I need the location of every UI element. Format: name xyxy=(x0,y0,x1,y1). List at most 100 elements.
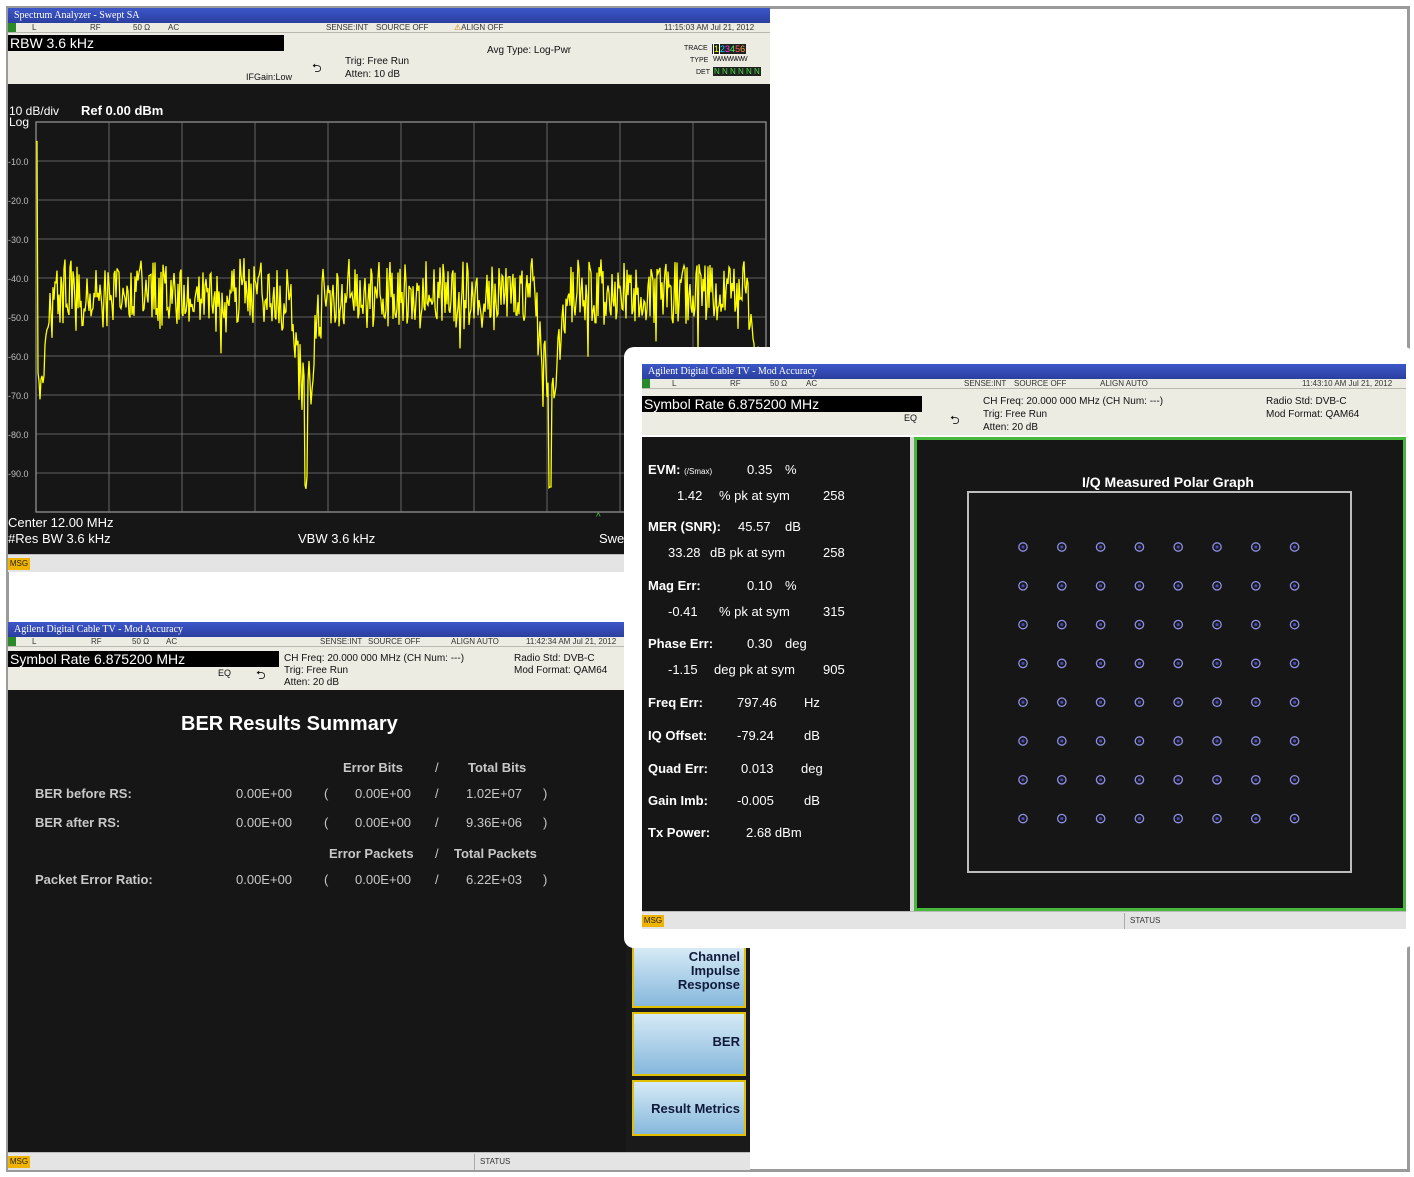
quad-err-value: 0.013 xyxy=(741,761,774,776)
center-frequency[interactable]: Center 12.00 MHz xyxy=(8,515,114,530)
softkey-ber[interactable]: BER xyxy=(632,1012,746,1076)
msg-indicator[interactable]: MSG xyxy=(8,558,30,570)
slash: / xyxy=(435,815,439,830)
softkey-result-metrics[interactable]: Result Metrics xyxy=(632,1080,746,1136)
evm-peak-symbol: 258 xyxy=(823,488,845,503)
rbw-readout[interactable]: RBW 3.6 kHz xyxy=(8,35,284,51)
constellation-point xyxy=(1250,658,1261,669)
constellation-point xyxy=(1173,813,1184,824)
mer-peak-symbol: 258 xyxy=(823,545,845,560)
ber-results-panel: BER Results Summary Error Bits / Total B… xyxy=(8,690,630,1152)
constellation-point xyxy=(1173,580,1184,591)
ifgain-label: IFGain:Low xyxy=(246,72,293,82)
constellation-point xyxy=(1095,658,1106,669)
constellation-point xyxy=(1018,580,1028,591)
status-label[interactable]: STATUS xyxy=(1123,913,1160,929)
rf-label: RF xyxy=(90,23,101,32)
constellation-point xyxy=(1095,542,1106,552)
tx-power-value: 2.68 dBm xyxy=(746,825,802,840)
error-packets-header: Error Packets xyxy=(329,846,414,861)
packet-error-ratio-total: 6.22E+03 xyxy=(466,872,523,887)
type-label: TYPE xyxy=(690,57,709,64)
ber-settings-header: L RF 50 Ω AC SENSE:INT SOURCE OFF ALIGN … xyxy=(8,637,630,690)
mag-err-label: Mag Err: xyxy=(648,578,701,593)
constellation-point xyxy=(1173,697,1184,708)
ber-before-rs-errors: 0.00E+00 xyxy=(355,786,412,801)
constellation-point xyxy=(1289,658,1300,669)
constellation-point xyxy=(1212,736,1222,746)
trace-digit: 6 xyxy=(740,44,746,54)
constellation-point xyxy=(1212,580,1222,591)
source-label: SOURCE OFF xyxy=(1014,379,1067,388)
mer-peak-value: 33.28 xyxy=(668,545,701,560)
symbol-rate-readout[interactable]: Symbol Rate 6.875200 MHz xyxy=(642,396,922,412)
symbol-rate-readout[interactable]: Symbol Rate 6.875200 MHz xyxy=(8,651,279,667)
constellation-point xyxy=(1056,619,1067,630)
iq-offset-label: IQ Offset: xyxy=(648,728,708,743)
ber-status-row: L RF 50 Ω AC SENSE:INT SOURCE OFF ALIGN … xyxy=(8,637,630,647)
ber-message-bar: MSG STATUS xyxy=(8,1152,750,1170)
iq-offset-unit: dB xyxy=(804,728,820,743)
y-tick-label: -80.0 xyxy=(8,430,29,440)
det-value: N N N N N N xyxy=(713,67,761,76)
constellation-point xyxy=(1212,658,1222,669)
res-bw-label: #Res BW 3.6 kHz xyxy=(8,531,111,546)
constellation-point xyxy=(1250,580,1261,591)
mag-err-peak-symbol: 315 xyxy=(823,604,845,619)
eq-label: EQ xyxy=(218,668,232,678)
trigger-icon: ⮌ xyxy=(312,61,322,75)
constellation-point xyxy=(1134,658,1145,669)
constellation-point xyxy=(1095,736,1106,746)
constellation-point xyxy=(1173,736,1184,746)
constellation-point xyxy=(1018,542,1028,552)
constellation-point xyxy=(1212,542,1222,552)
sense-label: SENSE:INT xyxy=(320,637,363,646)
ber-before-rs-value: 0.00E+00 xyxy=(236,786,293,801)
ch-freq-label: CH Freq: 20.000 000 MHz (CH Num: ---) xyxy=(983,396,1164,407)
total-bits-header: Total Bits xyxy=(468,760,527,775)
impedance-label: 50 Ω xyxy=(770,379,788,388)
paren: ( xyxy=(324,872,329,887)
trigger-label: Trig: Free Run xyxy=(345,56,410,67)
constellation-point xyxy=(1250,619,1261,630)
atten-label: Atten: 20 dB xyxy=(983,422,1039,433)
msg-indicator[interactable]: MSG xyxy=(8,1156,30,1168)
constellation-point xyxy=(1056,813,1067,824)
spectrum-status-row: L RF 50 Ω AC SENSE:INT SOURCE OFF ⚠ALIGN… xyxy=(8,23,770,33)
quad-err-label: Quad Err: xyxy=(648,761,708,776)
constellation-point xyxy=(1289,813,1300,824)
constellation-point xyxy=(1212,774,1222,785)
constellation-point xyxy=(1095,697,1106,708)
softkey-channel-impulse-response[interactable]: Channel Impulse Response xyxy=(632,946,746,1008)
constellation-point xyxy=(1134,619,1145,630)
input-l-label: L xyxy=(672,379,677,388)
align-label: ALIGN AUTO xyxy=(451,637,499,646)
mer-unit: dB xyxy=(785,519,801,534)
constellation-point xyxy=(1018,658,1028,669)
constellation-point xyxy=(1095,813,1106,824)
polar-graph-panel[interactable]: I/Q Measured Polar Graph xyxy=(914,437,1406,911)
y-tick-label: -50.0 xyxy=(8,313,29,323)
constellation-point xyxy=(1056,580,1067,591)
constellation-point xyxy=(1095,619,1106,630)
constellation-point xyxy=(1250,774,1261,785)
constellation-point xyxy=(1018,619,1028,630)
constellation-point xyxy=(1250,697,1261,708)
avg-type-label: Avg Type: Log-Pwr xyxy=(487,45,572,56)
status-label[interactable]: STATUS xyxy=(473,1154,510,1170)
constellation-point xyxy=(1018,774,1028,785)
ber-before-rs-label: BER before RS: xyxy=(35,786,132,801)
paren: ) xyxy=(543,786,548,801)
constellation-point xyxy=(1289,774,1300,785)
constellation-point xyxy=(1095,774,1106,785)
slash: / xyxy=(435,786,439,801)
msg-indicator[interactable]: MSG xyxy=(642,915,664,927)
evm-label: EVM: (/Smax) xyxy=(648,462,713,477)
input-l-label: L xyxy=(32,637,37,646)
mer-peak-unit: dB pk at sym xyxy=(710,545,786,560)
iq-constellation[interactable] xyxy=(917,440,1403,908)
constellation-point xyxy=(1056,774,1067,785)
metrics-panel: EVM: (/Smax) 0.35 % 1.42 % pk at sym 258… xyxy=(642,437,910,911)
freq-err-value: 797.46 xyxy=(737,695,777,710)
trigger-label: Trig: Free Run xyxy=(983,409,1048,420)
